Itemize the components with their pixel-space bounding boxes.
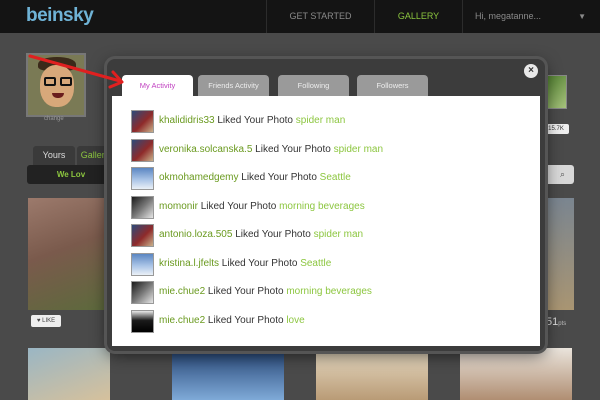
activity-username[interactable]: okmohamedgemy	[159, 172, 238, 183]
photo-thumbnail[interactable]	[131, 138, 154, 162]
activity-photo-link[interactable]: spider man	[334, 144, 383, 155]
activity-photo-link[interactable]: Seattle	[320, 172, 351, 183]
featured-thumbnail[interactable]	[543, 75, 567, 109]
photo-thumbnail[interactable]	[131, 309, 154, 333]
subtab-we-love[interactable]: We Lov	[27, 165, 115, 184]
activity-username[interactable]: momonir	[159, 201, 198, 212]
activity-photo-link[interactable]: love	[286, 315, 304, 326]
activity-panel: khalididris33 Liked Your Photo spider ma…	[112, 96, 540, 346]
activity-username[interactable]: kristina.l.jfelts	[159, 258, 219, 269]
photo-thumbnail[interactable]	[131, 281, 154, 304]
activity-username[interactable]: mie.chue2	[159, 315, 205, 326]
chevron-down-icon: ▼	[578, 12, 586, 21]
stat-badge: 15.7K	[543, 124, 569, 134]
activity-action: Liked Your Photo	[255, 143, 331, 155]
activity-action: Liked Your Photo	[217, 115, 293, 126]
tab-following[interactable]: Following	[278, 75, 349, 96]
tab-friends-activity[interactable]: Friends Activity	[198, 75, 269, 96]
gallery-photo[interactable]	[540, 198, 574, 310]
photo-thumbnail[interactable]	[131, 252, 154, 276]
activity-action: Liked Your Photo	[241, 172, 317, 183]
gallery-photo[interactable]	[28, 198, 110, 310]
profile-avatar[interactable]	[26, 53, 86, 117]
points-count: 51pts	[546, 316, 567, 328]
logo[interactable]: beinsky	[26, 5, 94, 27]
activity-action: Liked Your Photo	[207, 314, 284, 326]
tab-followers[interactable]: Followers	[357, 75, 428, 96]
activity-username[interactable]: mie.chue2	[159, 286, 205, 297]
gallery-photo[interactable]	[172, 352, 284, 400]
nav-get-started[interactable]: GET STARTED	[266, 0, 374, 33]
nav-gallery[interactable]: GALLERY	[374, 0, 462, 33]
gallery-photo[interactable]	[460, 348, 572, 400]
activity-action: Liked Your Photo	[207, 286, 284, 297]
activity-username[interactable]: khalididris33	[159, 115, 215, 126]
activity-photo-link[interactable]: morning beverages	[286, 286, 372, 297]
activity-action: Liked Your Photo	[221, 257, 298, 269]
activity-action: Liked Your Photo	[235, 229, 311, 240]
gallery-photo[interactable]	[316, 352, 428, 400]
photo-thumbnail[interactable]	[131, 167, 154, 190]
search-icon: ⌕	[560, 169, 566, 179]
profile-change-link[interactable]: change	[44, 116, 64, 122]
search-input[interactable]: ⌕	[540, 165, 574, 184]
user-menu[interactable]: Hi, megatanne... ▼	[462, 0, 600, 33]
close-icon[interactable]: ×	[524, 64, 538, 78]
activity-photo-link[interactable]: morning beverages	[279, 201, 365, 212]
photo-thumbnail[interactable]	[131, 110, 154, 133]
activity-photo-link[interactable]: Seattle	[300, 258, 331, 269]
tab-my-activity[interactable]: My Activity	[122, 75, 193, 97]
activity-modal: My Activity Friends Activity Following F…	[107, 59, 545, 351]
activity-username[interactable]: veronika.solcanska.5	[159, 144, 252, 155]
tab-yours[interactable]: Yours	[33, 146, 75, 165]
user-greeting: Hi, megatanne...	[475, 11, 542, 21]
activity-photo-link[interactable]: spider man	[314, 229, 363, 240]
gallery-photo[interactable]	[28, 348, 110, 400]
photo-thumbnail[interactable]	[131, 195, 154, 219]
top-nav-bar: beinsky GET STARTED GALLERY Hi, megatann…	[0, 0, 600, 33]
activity-photo-link[interactable]: spider man	[296, 115, 345, 126]
photo-thumbnail[interactable]	[131, 224, 154, 247]
like-button[interactable]: ♥ LIKE	[31, 315, 61, 327]
activity-username[interactable]: antonio.loza.505	[159, 229, 232, 240]
activity-action: Liked Your Photo	[200, 200, 277, 212]
